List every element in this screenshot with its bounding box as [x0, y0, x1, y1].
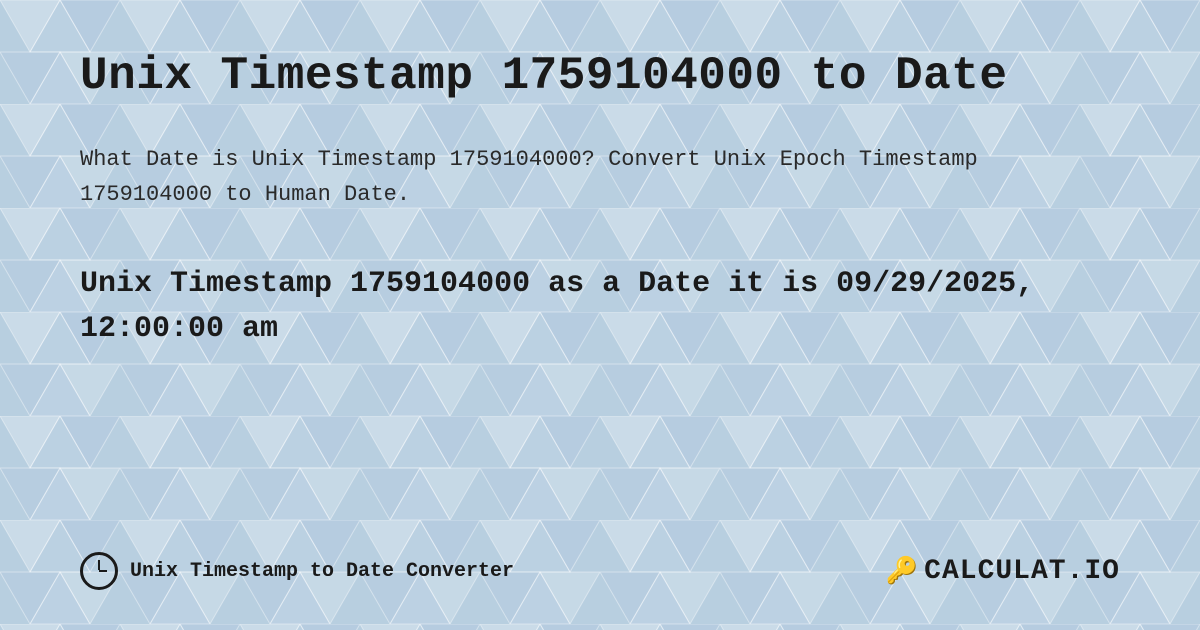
footer-label: Unix Timestamp to Date Converter — [130, 560, 514, 583]
result-section: Unix Timestamp 1759104000 as a Date it i… — [80, 262, 1120, 352]
logo-icon: 🔑 — [886, 556, 918, 587]
logo-text: CALCULAT.IO — [924, 556, 1120, 587]
clock-icon — [80, 552, 118, 590]
result-text: Unix Timestamp 1759104000 as a Date it i… — [80, 262, 1120, 352]
description-text: What Date is Unix Timestamp 1759104000? … — [80, 142, 980, 212]
footer: Unix Timestamp to Date Converter 🔑 CALCU… — [80, 532, 1120, 590]
page-title: Unix Timestamp 1759104000 to Date — [80, 50, 1120, 102]
footer-left: Unix Timestamp to Date Converter — [80, 552, 514, 590]
site-logo: 🔑 CALCULAT.IO — [886, 556, 1120, 587]
